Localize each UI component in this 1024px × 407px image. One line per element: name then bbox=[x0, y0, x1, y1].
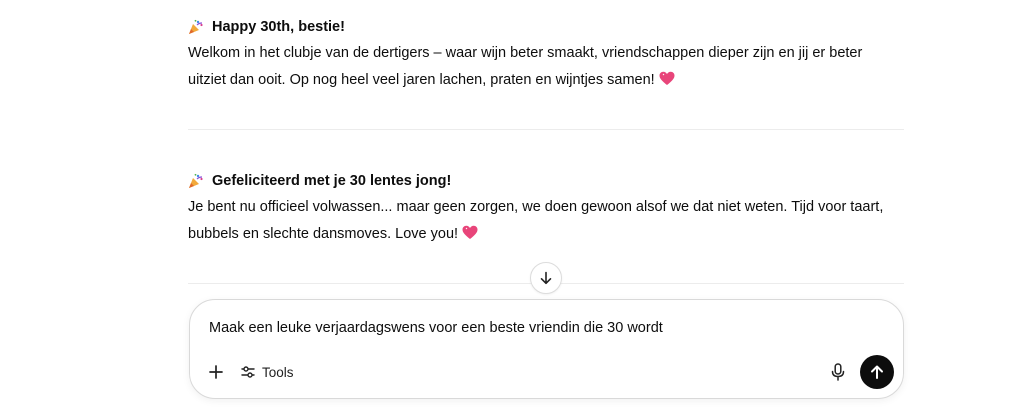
message-divider bbox=[188, 129, 904, 130]
party-popper-icon bbox=[189, 19, 203, 34]
message-text: Je bent nu officieel volwassen... maar g… bbox=[188, 199, 884, 242]
plus-icon bbox=[209, 365, 223, 379]
arrow-down-icon bbox=[540, 271, 552, 285]
prompt-input[interactable]: Maak een leuke verjaardagswens voor een … bbox=[209, 320, 663, 336]
sliders-icon bbox=[241, 366, 255, 378]
message-title: Gefeliciteerd met je 30 lentes jong! bbox=[212, 173, 452, 189]
sparkling-heart-icon bbox=[659, 71, 675, 85]
microphone-icon bbox=[831, 363, 845, 381]
tools-button[interactable]: Tools bbox=[240, 360, 294, 384]
message-heading: Happy 30th, bestie! bbox=[188, 17, 904, 37]
send-button[interactable] bbox=[860, 355, 894, 389]
add-attachment-button[interactable] bbox=[204, 360, 228, 384]
message-block: Gefeliciteerd met je 30 lentes jong! Je … bbox=[188, 171, 904, 248]
message-body: Je bent nu officieel volwassen... maar g… bbox=[188, 194, 904, 248]
party-popper-icon bbox=[189, 173, 203, 188]
message-heading: Gefeliciteerd met je 30 lentes jong! bbox=[188, 171, 904, 191]
tools-label: Tools bbox=[262, 364, 294, 380]
message-body: Welkom in het clubje van de dertigers – … bbox=[188, 40, 904, 94]
sparkling-heart-icon bbox=[462, 225, 478, 239]
voice-input-button[interactable] bbox=[827, 360, 849, 384]
scroll-to-bottom-button[interactable] bbox=[530, 262, 562, 294]
message-text: Welkom in het clubje van de dertigers – … bbox=[188, 45, 863, 88]
arrow-up-icon bbox=[871, 365, 883, 379]
message-block: Happy 30th, bestie! Welkom in het clubje… bbox=[188, 17, 904, 94]
message-composer: Maak een leuke verjaardagswens voor een … bbox=[189, 299, 904, 399]
message-title: Happy 30th, bestie! bbox=[212, 19, 345, 35]
